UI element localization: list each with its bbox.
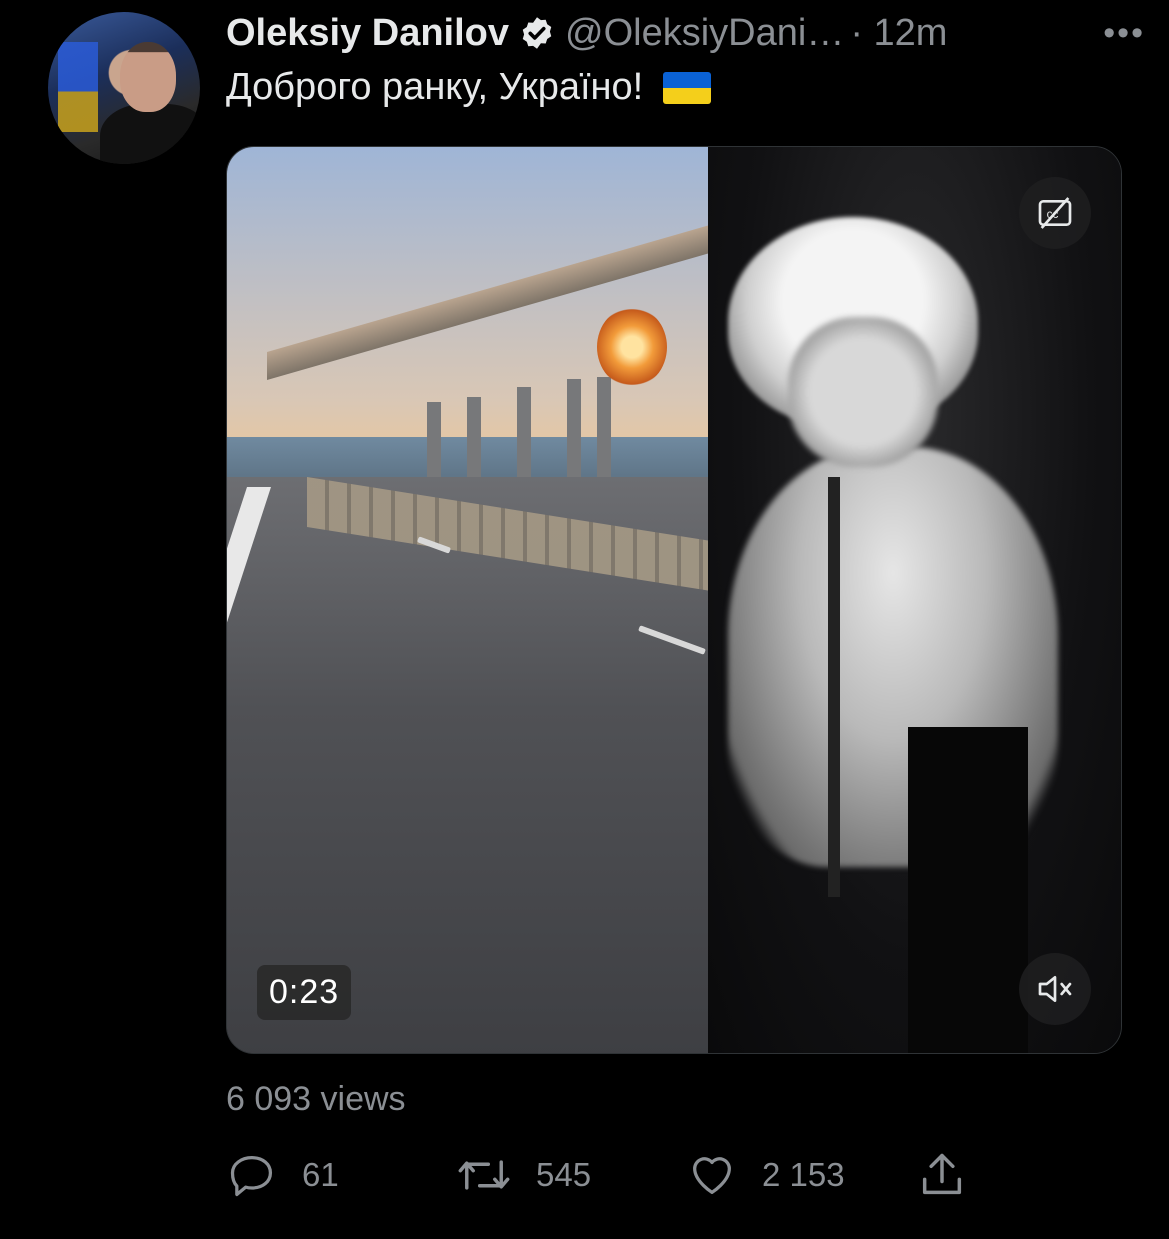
ukraine-flag-icon — [663, 71, 712, 104]
video-player[interactable]: cc 0:23 — [226, 146, 1122, 1054]
like-button[interactable]: 2 153 — [686, 1149, 916, 1201]
microphone-stand — [828, 477, 840, 897]
tweet-timestamp[interactable]: · 12m — [850, 12, 947, 55]
fire — [597, 307, 667, 387]
author-handle[interactable]: @OleksiyDani… — [565, 12, 844, 55]
more-options-icon[interactable]: ••• — [1103, 14, 1145, 53]
avatar[interactable] — [48, 12, 200, 164]
retweet-count: 545 — [536, 1156, 592, 1193]
retweet-icon — [458, 1160, 510, 1190]
share-icon — [922, 1153, 962, 1195]
verified-badge-icon — [519, 15, 555, 51]
avatar-head — [120, 42, 176, 112]
singer-face — [788, 317, 938, 467]
like-count: 2 153 — [762, 1156, 845, 1193]
reply-count: 61 — [302, 1156, 339, 1193]
heart-icon — [693, 1157, 731, 1194]
podium — [908, 727, 1028, 1053]
closed-captions-off-icon: cc — [1038, 197, 1072, 229]
reply-button[interactable]: 61 — [226, 1149, 456, 1201]
author-name[interactable]: Oleksiy Danilov — [226, 12, 509, 55]
tweet-actions: 61 545 2 153 — [226, 1148, 986, 1202]
tweet-text: Доброго ранку, Україно! — [226, 66, 712, 109]
video-frame-singer — [708, 147, 1121, 1053]
reply-icon — [230, 1156, 273, 1197]
tweet-header: Oleksiy Danilov @OleksiyDani… · 12m — [226, 6, 1139, 60]
tweet[interactable]: Oleksiy Danilov @OleksiyDani… · 12m ••• … — [0, 0, 1169, 1239]
unmute-button[interactable] — [1019, 953, 1091, 1025]
bridge-pillar — [597, 377, 611, 487]
bridge-pillar — [467, 397, 481, 482]
view-count: 6 093 views — [226, 1080, 406, 1118]
bridge-pillar — [517, 387, 531, 482]
closed-captions-button[interactable]: cc — [1019, 177, 1091, 249]
video-duration: 0:23 — [257, 965, 352, 1020]
retweet-button[interactable]: 545 — [456, 1149, 686, 1201]
avatar-background-flag — [58, 42, 98, 132]
bridge-pillar — [427, 402, 441, 482]
tweet-text-content: Доброго ранку, Україно! — [226, 66, 644, 108]
volume-muted-icon — [1038, 976, 1072, 1002]
video-frame-bridge — [227, 147, 708, 1053]
share-button[interactable] — [916, 1149, 968, 1201]
avatar-body — [100, 104, 200, 164]
bridge-pillar — [567, 379, 581, 484]
